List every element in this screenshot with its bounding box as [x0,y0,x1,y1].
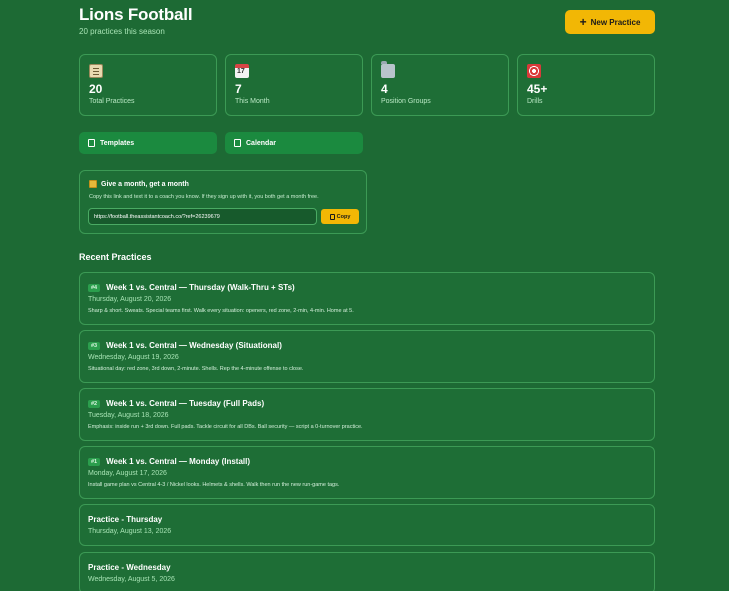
practice-description: Emphasis: inside run + 3rd down. Full pa… [88,424,363,430]
practice-title-text: Week 1 vs. Central — Thursday (Walk-Thru… [106,283,295,292]
new-practice-label: New Practice [590,17,641,27]
stat-value: 4 [381,82,388,96]
practice-title-text: Practice - Thursday [88,515,163,524]
stat-label: Position Groups [381,98,431,105]
referral-description: Copy this link and text it to a coach yo… [89,194,319,200]
templates-button[interactable]: Templates [79,132,217,154]
practice-date: Thursday, August 20, 2026 [88,296,172,303]
stat-label: Drills [527,98,543,105]
stat-value: 45+ [527,82,548,96]
stat-card-drills: 45+ Drills [517,54,655,116]
practice-title: #3 Week 1 vs. Central — Wednesday (Situa… [88,341,282,350]
practice-title: Practice - Wednesday [88,563,171,572]
practice-date: Monday, August 17, 2026 [88,470,167,477]
practice-date: Wednesday, August 5, 2026 [88,576,175,583]
practice-number-badge: #3 [88,341,101,350]
practice-title-text: Week 1 vs. Central — Tuesday (Full Pads) [106,399,265,408]
copy-link-button[interactable]: Copy [321,209,359,224]
referral-link-field[interactable]: https://football.theassistantcoach.co/?r… [88,208,317,225]
practice-date: Tuesday, August 18, 2026 [88,412,169,419]
practice-description: Situational day: red zone, 3rd down, 2-m… [88,366,304,372]
referral-title-text: Give a month, get a month [101,180,189,188]
practice-number-badge: #2 [88,399,101,408]
folder-icon [381,61,395,78]
stat-label: Total Practices [89,98,135,105]
practice-title: #2 Week 1 vs. Central — Tuesday (Full Pa… [88,399,264,408]
stat-value: 7 [235,82,242,96]
referral-title: Give a month, get a month [89,180,189,188]
templates-label: Templates [100,139,135,147]
practice-card[interactable]: Practice - Wednesday Wednesday, August 5… [79,552,655,591]
copy-icon [329,213,335,220]
stat-label: This Month [235,98,270,105]
clipboard-icon [89,64,103,78]
practice-title-text: Week 1 vs. Central — Monday (Install) [106,457,251,466]
calendar-button[interactable]: Calendar [225,132,363,154]
practice-card[interactable]: #3 Week 1 vs. Central — Wednesday (Situa… [79,330,655,383]
practice-card[interactable]: Practice - Thursday Thursday, August 13,… [79,504,655,546]
plus-icon: + [579,15,587,29]
stat-value: 20 [89,82,103,96]
calendar-label: Calendar [246,139,276,147]
stat-card-position-groups: 4 Position Groups [371,54,509,116]
practice-card[interactable]: #2 Week 1 vs. Central — Tuesday (Full Pa… [79,388,655,441]
stat-card-total-practices: 20 Total Practices [79,54,217,116]
stats-row: 20 Total Practices 7 This Month 4 Positi… [79,54,655,116]
copy-label: Copy [336,213,351,220]
page-title: Lions Football [79,5,193,24]
target-icon [527,64,541,78]
practice-description: Sharp & short. Sweats. Special teams fir… [88,308,354,314]
recent-practices-heading: Recent Practices [79,252,152,262]
document-icon [88,139,95,147]
practice-card[interactable]: #4 Week 1 vs. Central — Thursday (Walk-T… [79,272,655,325]
practice-description: Install game plan vs Central 4-3 / Nicke… [88,482,340,488]
dashboard: Lions Football 20 practices this season … [79,0,655,591]
calendar-icon [234,139,241,147]
stat-card-this-month: 7 This Month [225,54,363,116]
page-header: Lions Football 20 practices this season … [79,0,655,48]
practice-number-badge: #1 [88,457,101,466]
practice-title: #1 Week 1 vs. Central — Monday (Install) [88,457,250,466]
practice-card[interactable]: #1 Week 1 vs. Central — Monday (Install)… [79,446,655,499]
practice-title-text: Week 1 vs. Central — Wednesday (Situatio… [106,341,282,350]
practice-date: Wednesday, August 19, 2026 [88,354,179,361]
practice-title: Practice - Thursday [88,515,162,524]
new-practice-button[interactable]: + New Practice [565,10,655,34]
page-subtitle: 20 practices this season [79,27,165,36]
practice-date: Thursday, August 13, 2026 [88,528,172,535]
quick-links: Templates Calendar [79,132,363,154]
calendar-icon [235,64,249,78]
practice-number-badge: #4 [88,283,101,292]
referral-card: Give a month, get a month Copy this link… [79,170,367,234]
practice-title-text: Practice - Wednesday [88,563,171,572]
gift-icon [89,180,97,188]
practice-title: #4 Week 1 vs. Central — Thursday (Walk-T… [88,283,295,292]
